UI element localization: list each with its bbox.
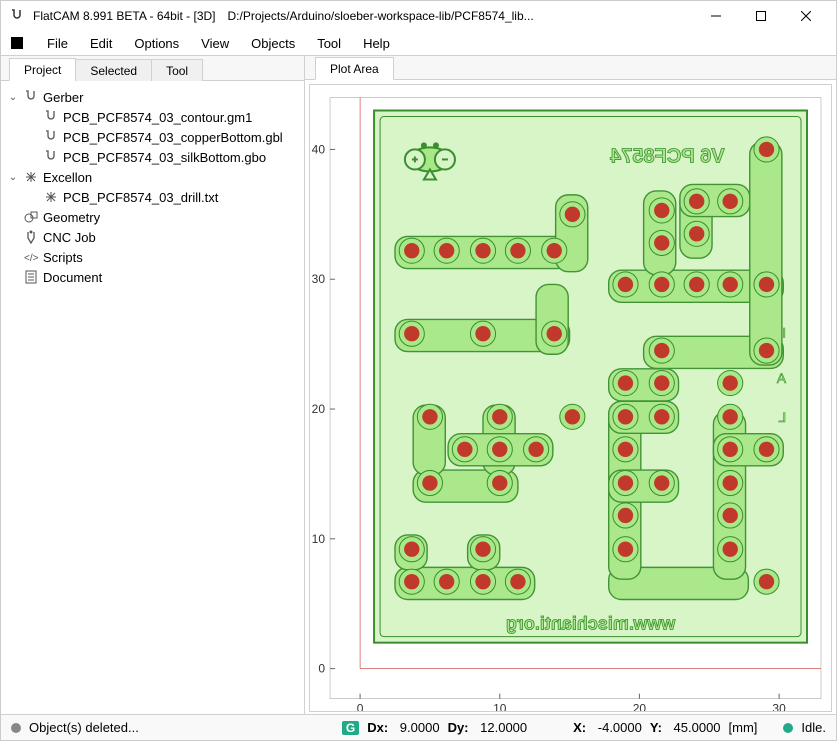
tree-label: CNC Job [43,230,96,245]
svg-text:I: I [782,325,786,341]
menu-view[interactable]: View [191,34,239,53]
tree-label: PCB_PCF8574_03_silkBottom.gbo [63,150,266,165]
svg-text:</>: </> [24,253,39,264]
window-filepath: D:/Projects/Arduino/sloeber-workspace-li… [228,9,693,23]
tree-label: PCB_PCF8574_03_drill.txt [63,190,218,205]
svg-text:0: 0 [318,662,325,676]
svg-text:40: 40 [312,142,326,156]
app-icon [9,8,25,24]
gerber-icon [23,89,39,105]
svg-text:30: 30 [312,272,326,286]
tab-plot-area[interactable]: Plot Area [315,57,394,80]
svg-text:www.mischianti.org: www.mischianti.org [506,614,677,634]
menu-edit[interactable]: Edit [80,34,122,53]
tree-item[interactable]: ⌄ Gerber [3,87,302,107]
menu-help[interactable]: Help [353,34,400,53]
x-value: -4.0000 [598,720,642,735]
tab-project[interactable]: Project [9,58,76,81]
tree-item[interactable]: CNC Job [3,227,302,247]
tree-item[interactable]: PCB_PCF8574_03_silkBottom.gbo [3,147,302,167]
menubar: File Edit Options View Objects Tool Help [1,31,836,55]
grid-badge[interactable]: G [342,721,359,735]
cnc-icon [23,229,39,245]
svg-text:10: 10 [312,532,326,546]
menu-file[interactable]: File [37,34,78,53]
svg-text:20: 20 [633,702,647,711]
minimize-button[interactable] [693,1,738,31]
tree-item[interactable]: PCB_PCF8574_03_copperBottom.gbl [3,127,302,147]
tree-item[interactable]: ⌄ Excellon [3,167,302,187]
tree-item[interactable]: Document [3,267,302,287]
menu-tool[interactable]: Tool [307,34,351,53]
unit-label: [mm] [729,720,758,735]
gerber-icon [43,149,59,165]
drill-icon [43,189,59,205]
chevron-down-icon[interactable]: ⌄ [7,172,19,183]
window-title: FlatCAM 8.991 BETA - 64bit - [3D] [33,9,216,23]
doc-icon [23,269,39,285]
svg-text:A: A [776,370,786,386]
dx-label: Dx: [367,720,388,735]
plot-area[interactable]: 0 10 20 30 40 0 10 20 30 V6 PCF8574 www.mischiant… [309,84,832,712]
geom-icon [23,209,39,225]
menu-objects[interactable]: Objects [241,34,305,53]
svg-text:30: 30 [772,702,786,711]
tree-label: Geometry [43,210,100,225]
menu-options[interactable]: Options [124,34,189,53]
script-icon: </> [23,249,39,265]
idle-dot-icon [783,723,793,733]
dy-value: 12.0000 [480,720,527,735]
right-panel: Plot Area 0 10 20 30 40 0 10 20 30 V6 PCF8574 www… [305,55,836,714]
gerber-icon [43,129,59,145]
tree-item[interactable]: </> Scripts [3,247,302,267]
status-message: Object(s) deleted... [29,720,139,735]
left-panel: Project Selected Tool ⌄ Gerber PCB_PCF8574… [1,55,305,714]
tree-label: Scripts [43,250,83,265]
tab-tool[interactable]: Tool [151,59,203,81]
maximize-button[interactable] [738,1,783,31]
close-button[interactable] [783,1,828,31]
chevron-down-icon[interactable]: ⌄ [7,92,19,103]
y-value: 45.0000 [674,720,721,735]
x-label: X: [573,720,586,735]
tab-selected[interactable]: Selected [75,59,152,81]
drill-icon [23,169,39,185]
svg-text:V6 PCF8574: V6 PCF8574 [609,145,724,167]
tree-label: Gerber [43,90,83,105]
tree-label: Document [43,270,102,285]
tree-item[interactable]: PCB_PCF8574_03_contour.gm1 [3,107,302,127]
project-tree[interactable]: ⌄ Gerber PCB_PCF8574_03_contour.gm1 PCB_PCF… [1,81,304,714]
svg-text:20: 20 [312,402,326,416]
dx-value: 9.0000 [400,720,440,735]
pcb-canvas[interactable]: 0 10 20 30 40 0 10 20 30 V6 PCF8574 www.mischiant… [310,85,831,711]
dy-label: Dy: [448,720,469,735]
svg-text:L: L [778,409,786,425]
tree-label: PCB_PCF8574_03_copperBottom.gbl [63,130,283,145]
statusbar: Object(s) deleted... G Dx: 9.0000 Dy: 12… [1,714,836,740]
gerber-icon [43,109,59,125]
svg-text:10: 10 [493,702,507,711]
tree-label: Excellon [43,170,92,185]
y-label: Y: [650,720,662,735]
idle-label: Idle. [801,720,826,735]
tree-item[interactable]: Geometry [3,207,302,227]
svg-text:0: 0 [357,702,364,711]
app-menu-icon[interactable] [9,35,25,51]
status-dot-icon [11,723,21,733]
tree-label: PCB_PCF8574_03_contour.gm1 [63,110,252,125]
tree-item[interactable]: PCB_PCF8574_03_drill.txt [3,187,302,207]
titlebar: FlatCAM 8.991 BETA - 64bit - [3D] D:/Pro… [1,1,836,31]
